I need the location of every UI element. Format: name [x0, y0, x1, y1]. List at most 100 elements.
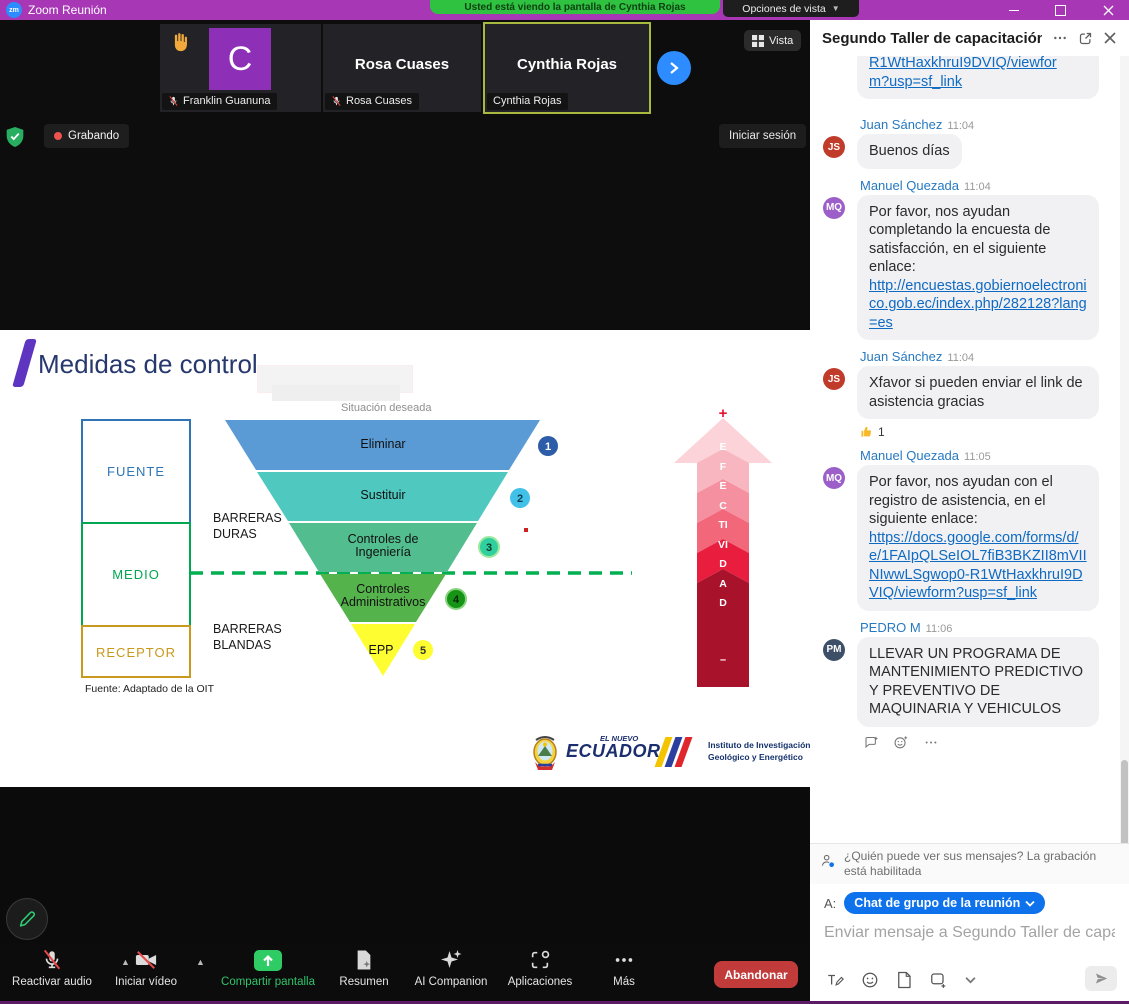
to-label: A: [824, 896, 836, 911]
unmute-audio-label: Reactivar audio [12, 976, 92, 988]
recording-indicator[interactable]: Grabando [44, 124, 129, 148]
annotate-button[interactable] [6, 898, 48, 940]
chat-composer: A: Chat de grupo de la reunión Enviar me… [810, 884, 1129, 1001]
start-video-button[interactable]: Iniciar vídeo [91, 948, 201, 998]
screen-share-banner: Usted está viendo la pantalla de Cynthia… [430, 0, 720, 14]
summary-document-icon [354, 949, 374, 971]
barreras-duras-label: BARRERAS DURAS [213, 510, 299, 542]
text-format-icon[interactable] [826, 971, 844, 989]
send-plane-icon [1094, 971, 1109, 986]
sender-name: PEDRO M [860, 620, 921, 635]
minimize-button[interactable] [996, 0, 1032, 20]
reaction-count: 1 [878, 425, 885, 439]
message-bubble[interactable]: R1WtHaxkhruI9DVIQ/viewform?usp=sf_link [857, 56, 1099, 99]
pop-out-icon [1078, 31, 1093, 46]
emoji-icon[interactable] [861, 971, 879, 989]
participant-tile-franklin[interactable]: C Franklin Guanuna [160, 24, 321, 112]
svg-text:3: 3 [486, 542, 492, 554]
avatar: JS [823, 136, 845, 158]
view-options-label: Opciones de vista [742, 3, 825, 15]
chevron-down-icon: ▼ [832, 4, 840, 13]
video-options-chevron[interactable]: ▲ [196, 957, 205, 967]
apps-label: Aplicaciones [508, 976, 573, 988]
message-link[interactable]: https://docs.google.com/forms/d/e/1FAIpQ… [869, 530, 1087, 602]
message-time: 11:06 [926, 623, 953, 635]
chevron-down-icon[interactable] [965, 976, 976, 984]
title-bar: zm Zoom Reunión Usted está viendo la pan… [0, 0, 1129, 20]
privacy-notice: ¿Quién puede ver sus mensajes? La grabac… [810, 843, 1129, 884]
avatar: MQ [823, 197, 845, 219]
privacy-person-icon [820, 853, 836, 869]
participant-name-chip: Cynthia Rojas [487, 93, 568, 110]
level-4-label: Controles [356, 582, 410, 596]
avatar: MQ [823, 467, 845, 489]
chevron-down-icon [1025, 900, 1035, 907]
message-bubble[interactable]: LLEVAR UN PROGRAMA DE MANTENIMIENTO PRED… [857, 637, 1099, 727]
chat-scrollbar-thumb[interactable] [1121, 760, 1128, 850]
message: MQ Por favor, nos ayudan con el registro… [823, 465, 1117, 611]
mic-muted-icon [331, 95, 342, 107]
chat-title: Segundo Taller de capacitación –... [822, 30, 1042, 47]
message-link[interactable]: http://encuestas.gobiernoelectronico.gob… [869, 278, 1087, 331]
sign-in-button[interactable]: Iniciar sesión [719, 124, 806, 148]
vista-button[interactable]: Vista [744, 30, 801, 51]
message-time: 11:04 [947, 352, 974, 364]
effectiveness-minus-sign: – [717, 654, 729, 666]
sign-in-label: Iniciar sesión [729, 130, 796, 142]
message-bubble[interactable]: Por favor, nos ayudan con el registro de… [857, 465, 1099, 611]
message: PM LLEVAR UN PROGRAMA DE MANTENIMIENTO P… [823, 637, 1117, 727]
attach-file-icon[interactable] [896, 971, 912, 989]
add-reaction-icon[interactable] [893, 735, 909, 750]
message-link[interactable]: R1WtHaxkhruI9DVIQ/viewform?usp=sf_link [869, 56, 1057, 90]
effectiveness-plus-sign: + [714, 405, 732, 422]
message-bubble[interactable]: Por favor, nos ayudan completando la enc… [857, 195, 1099, 341]
next-participants-button[interactable] [657, 51, 691, 85]
institute-name-line2: Geológico y Energético [708, 752, 803, 762]
reply-icon[interactable] [863, 735, 879, 750]
participant-avatar: C [209, 28, 271, 90]
share-screen-label: Compartir pantalla [221, 976, 315, 988]
chat-header: Segundo Taller de capacitación –... [810, 20, 1129, 56]
audience-selector[interactable]: Chat de grupo de la reunión [844, 892, 1045, 914]
message-meta: Juan Sánchez11:04 [860, 117, 1117, 132]
maximize-button[interactable] [1042, 0, 1078, 20]
screenshot-icon[interactable] [929, 971, 948, 989]
participant-name: Rosa Cuases [346, 95, 412, 107]
participant-tile-cynthia[interactable]: Cynthia Rojas Cynthia Rojas [483, 22, 651, 114]
chat-message-list[interactable]: R1WtHaxkhruI9DVIQ/viewform?usp=sf_link J… [810, 56, 1129, 843]
level-2-label: Sustituir [360, 488, 405, 502]
message-meta: Juan Sánchez11:04 [860, 349, 1117, 364]
raised-hand-icon [168, 31, 190, 53]
send-message-button[interactable] [1085, 966, 1117, 991]
app-title: Zoom Reunión [28, 3, 107, 17]
meeting-toolbar: Reactivar audio ▲ Iniciar vídeo ▲ Compar… [0, 945, 810, 1001]
participant-tile-rosa[interactable]: Rosa Cuases Rosa Cuases [323, 24, 481, 112]
chat-more-button[interactable] [1052, 30, 1068, 46]
chat-popout-button[interactable] [1078, 31, 1093, 46]
participant-display-name: Cynthia Rojas [485, 56, 649, 73]
message-text: Por favor, nos ayudan con el registro de… [869, 474, 1053, 527]
fuente-box-label: FUENTE [82, 464, 190, 479]
more-button[interactable]: Más [569, 948, 679, 998]
message-time: 11:04 [964, 181, 991, 193]
thumbs-up-reaction[interactable]: 1 [860, 425, 1117, 439]
grid-view-icon [752, 35, 764, 47]
more-dots-icon [613, 949, 635, 971]
zoom-meeting-window: zm Zoom Reunión Usted está viendo la pan… [0, 0, 1129, 1004]
level-5-label: EPP [368, 643, 393, 657]
message-bubble[interactable]: Xfavor si pueden enviar el link de asist… [857, 366, 1099, 419]
security-shield-icon[interactable] [5, 126, 25, 148]
maximize-icon [1055, 5, 1066, 16]
more-dots-icon[interactable] [923, 735, 939, 750]
chat-message-input[interactable]: Enviar mensaje a Segundo Taller de capac… [824, 924, 1115, 942]
leave-meeting-button[interactable]: Abandonar [714, 961, 798, 988]
chevron-right-icon [668, 61, 680, 75]
close-button[interactable] [1088, 0, 1129, 20]
share-screen-button[interactable]: Compartir pantalla [213, 948, 323, 998]
message-bubble[interactable]: Buenos días [857, 134, 962, 169]
chat-close-button[interactable] [1103, 31, 1117, 45]
level-1-label: Eliminar [360, 437, 405, 451]
svg-text:4: 4 [453, 594, 460, 606]
view-options-dropdown[interactable]: Opciones de vista ▼ [723, 0, 859, 17]
start-video-label: Iniciar vídeo [115, 976, 177, 988]
